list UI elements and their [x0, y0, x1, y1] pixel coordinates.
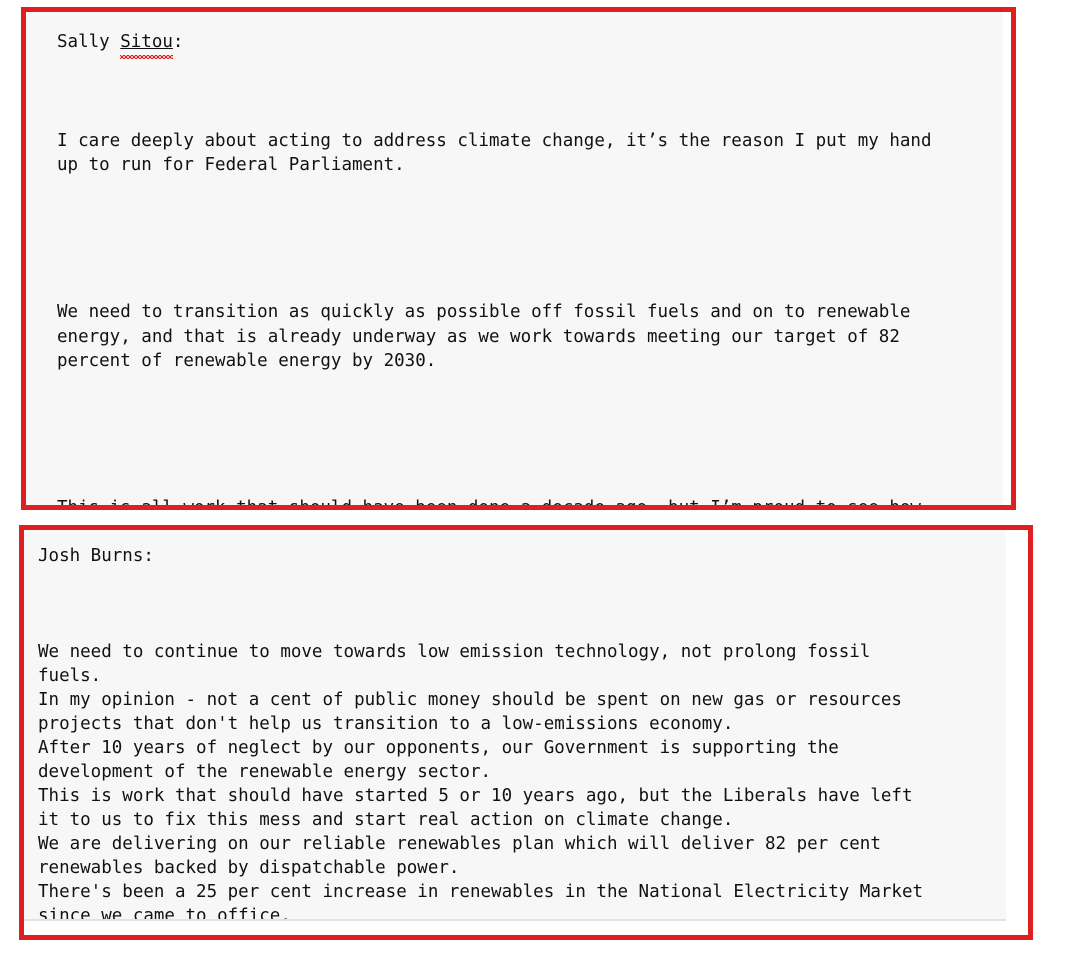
- quote-body-burns: We need to continue to move towards low …: [38, 592, 1006, 921]
- quote-highlight-box-burns: Josh Burns: We need to continue to move …: [19, 525, 1033, 940]
- quote-panel-burns: Josh Burns: We need to continue to move …: [24, 530, 1006, 921]
- quote-body-sitou: I care deeply about acting to address cl…: [57, 80, 1003, 506]
- speaker-name-sitou: Sally Sitou:: [57, 30, 1003, 59]
- spellcheck-underlined-word: Sitou: [120, 30, 173, 59]
- speaker-colon: :: [172, 32, 184, 52]
- quote-paragraph: We need to continue to move towards low …: [38, 642, 924, 921]
- quote-paragraph: We need to transition as quickly as poss…: [57, 302, 911, 371]
- speaker-name-burns: Josh Burns:: [38, 546, 154, 566]
- quote-paragraph: This is all work that should have been d…: [57, 496, 1003, 505]
- quote-panel-sitou: Sally Sitou: I care deeply about acting …: [26, 12, 1003, 505]
- quote-highlight-box-sitou: Sally Sitou: I care deeply about acting …: [21, 7, 1016, 510]
- speaker-first-name: Sally: [57, 32, 121, 52]
- page-root: Sally Sitou: I care deeply about acting …: [0, 0, 1069, 954]
- quote-paragraph: I care deeply about acting to address cl…: [57, 130, 932, 176]
